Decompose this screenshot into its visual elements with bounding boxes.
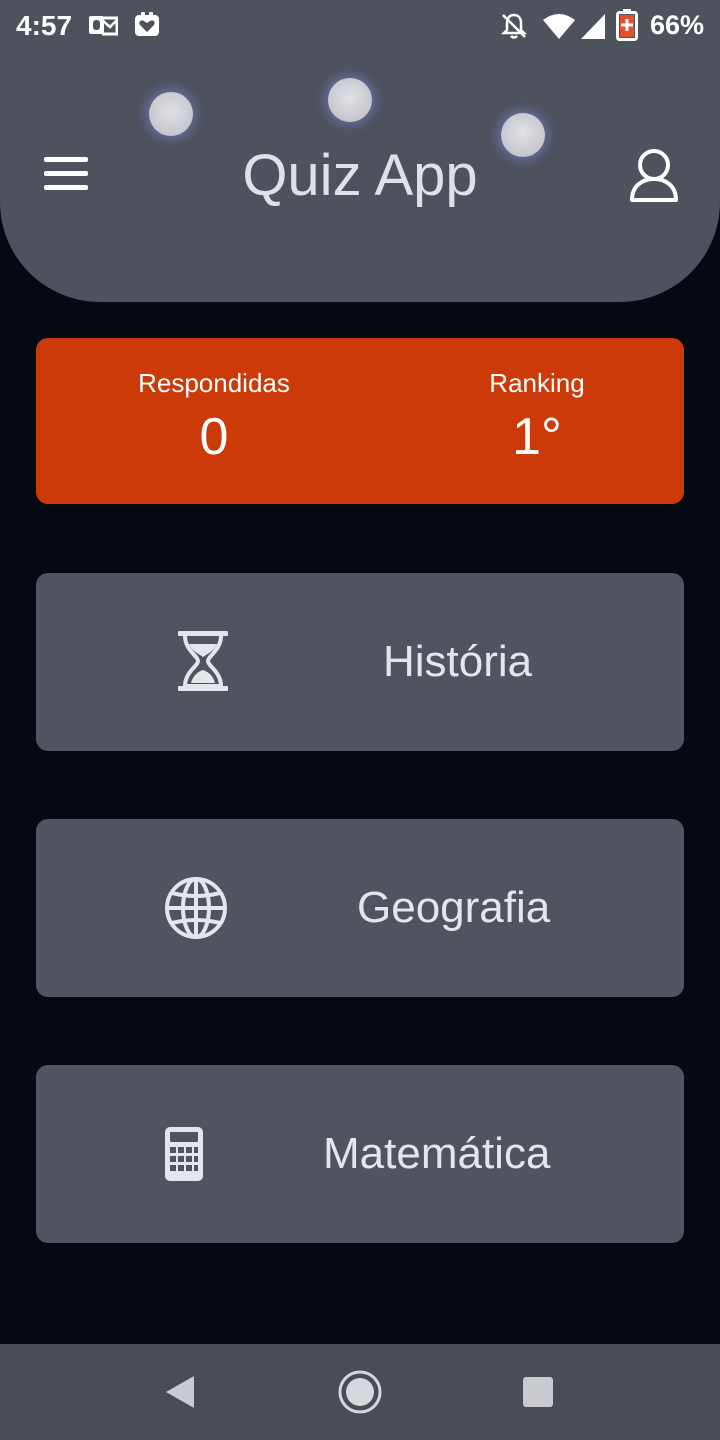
ranking-stat: Ranking 1° bbox=[412, 368, 662, 467]
category-geografia-button[interactable]: Geografia bbox=[36, 819, 684, 997]
status-time: 4:57 bbox=[16, 10, 73, 41]
outlook-mail-icon bbox=[89, 16, 118, 36]
decorative-orb bbox=[149, 92, 193, 136]
category-label: História bbox=[383, 637, 533, 686]
globe-icon bbox=[165, 877, 227, 939]
hourglass-icon bbox=[178, 631, 228, 691]
answered-label: Respondidas bbox=[138, 368, 290, 398]
ranking-label: Ranking bbox=[489, 368, 585, 398]
category-label: Geografia bbox=[357, 883, 551, 932]
answered-value: 0 bbox=[199, 408, 229, 466]
category-historia-button[interactable]: História bbox=[36, 573, 684, 751]
category-label: Matemática bbox=[323, 1129, 551, 1178]
page-title: Quiz App bbox=[242, 143, 478, 208]
ranking-value: 1° bbox=[512, 408, 562, 466]
decorative-orb bbox=[328, 78, 372, 122]
back-icon[interactable] bbox=[164, 1374, 196, 1410]
home-icon[interactable] bbox=[337, 1369, 383, 1415]
battery-saver-icon bbox=[616, 9, 638, 41]
answered-stat: Respondidas 0 bbox=[89, 368, 339, 467]
cell-signal-icon bbox=[581, 14, 605, 39]
system-navigation-bar bbox=[0, 1344, 720, 1440]
category-matematica-button[interactable]: Matemática bbox=[36, 1065, 684, 1243]
battery-percent: 66% bbox=[649, 10, 704, 40]
health-app-icon bbox=[135, 12, 159, 36]
calculator-icon bbox=[165, 1127, 203, 1181]
profile-button[interactable] bbox=[628, 148, 680, 204]
status-bar: 4:57 66% bbox=[0, 0, 720, 52]
notifications-off-icon bbox=[500, 13, 528, 39]
recent-apps-icon[interactable] bbox=[522, 1376, 554, 1408]
user-icon bbox=[630, 149, 678, 202]
wifi-icon bbox=[543, 14, 575, 39]
stats-card: Respondidas 0 Ranking 1° bbox=[36, 338, 684, 504]
